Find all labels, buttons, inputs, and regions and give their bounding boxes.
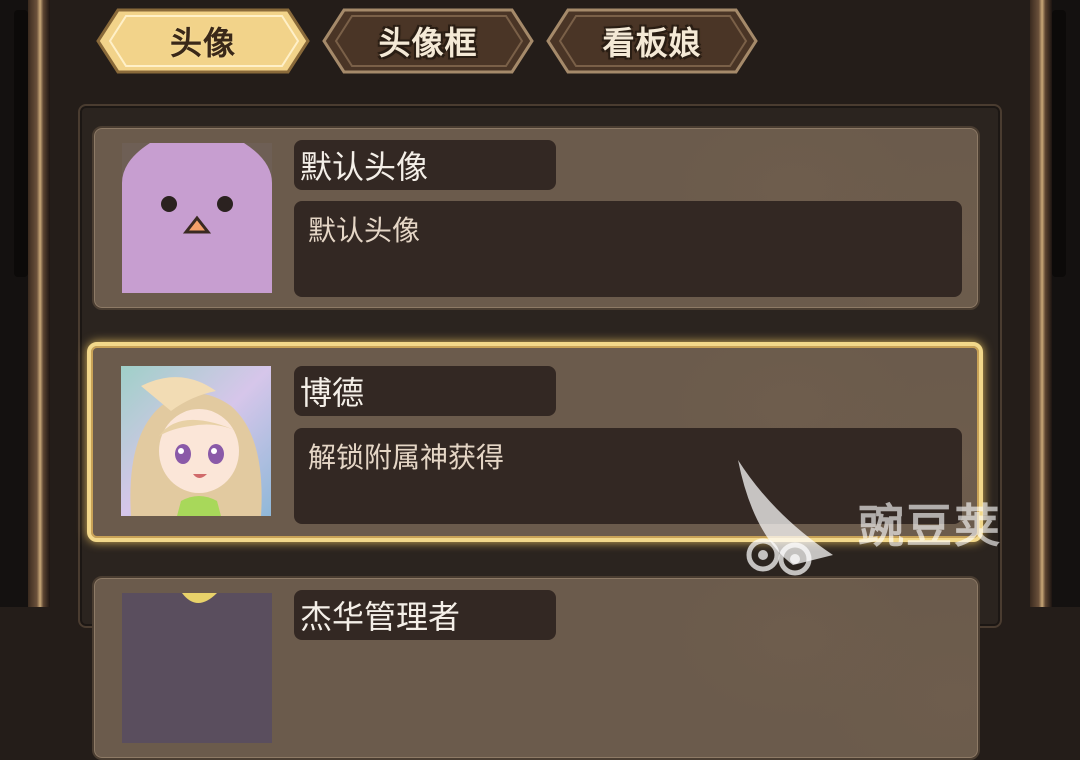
tab-mascot[interactable]: 看板娘 [546, 6, 758, 76]
avatar-name-box: 默认头像 [294, 140, 556, 190]
frame-right-pillar [1030, 0, 1052, 607]
bode-character-portrait-icon [121, 366, 271, 516]
right-edge [1050, 0, 1080, 607]
frame-left-pillar [28, 0, 50, 607]
tab-avatar[interactable]: 头像 [96, 6, 310, 76]
avatar-card-default[interactable]: 默认头像 默认头像 [92, 126, 980, 310]
watermark-text: 豌豆荚 [858, 499, 1002, 553]
avatar-name-box: 杰华管理者 [294, 590, 556, 640]
avatar-description: 默认头像 [308, 214, 421, 247]
tab-avatar-frame[interactable]: 头像框 [322, 6, 534, 76]
default-chick-avatar-icon [122, 143, 272, 293]
avatar-name: 博德 [300, 374, 365, 412]
tab-avatar-label: 头像 [169, 24, 236, 62]
tab-avatar-frame-label: 头像框 [378, 24, 478, 62]
avatar-description-box: 默认头像 [294, 201, 962, 297]
avatar-card-bode[interactable]: 博德 解锁附属神获得 [87, 342, 983, 542]
avatar-name: 默认头像 [300, 148, 429, 186]
tab-mascot-label: 看板娘 [602, 24, 702, 62]
avatar-description: 解锁附属神获得 [308, 441, 505, 474]
avatar-card-third[interactable]: 杰华管理者 [92, 576, 980, 760]
avatar-name-box: 博德 [294, 366, 556, 416]
left-edge [0, 0, 30, 607]
avatar-name: 杰华管理者 [300, 598, 461, 636]
character-portrait-icon [122, 593, 272, 743]
